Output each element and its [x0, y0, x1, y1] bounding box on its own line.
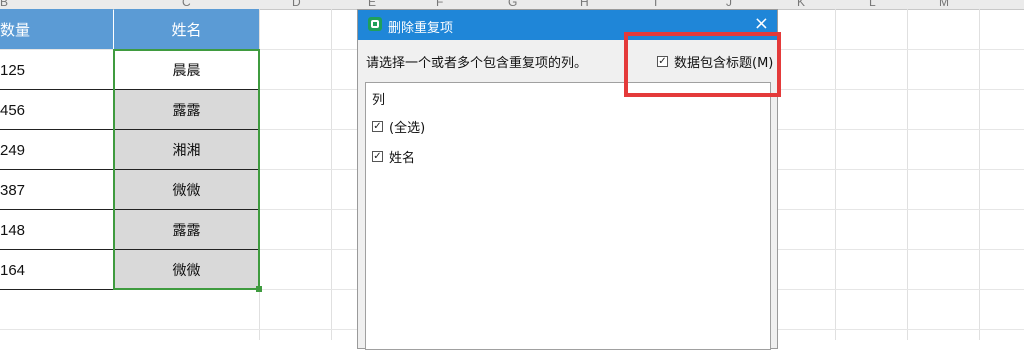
list-item-label: (全选) — [389, 121, 426, 136]
column-letter[interactable]: J — [726, 0, 732, 9]
row-border — [0, 129, 114, 130]
column-list[interactable]: 列 ✓ (全选) ✓ 姓名 — [365, 82, 771, 350]
checkbox-icon[interactable]: ✓ — [372, 121, 383, 132]
qty-cell[interactable]: 125 — [0, 50, 113, 90]
fill-handle[interactable] — [256, 286, 262, 292]
column-letter[interactable]: F — [436, 0, 443, 9]
wps-sheet-icon — [368, 17, 382, 31]
column-letter[interactable]: I — [654, 0, 657, 9]
column-list-header: 列 — [372, 93, 386, 108]
column-letter[interactable]: G — [508, 0, 517, 9]
dialog-prompt: 请选择一个或者多个包含重复项的列。 — [366, 56, 588, 71]
header-qty-label: 数量 — [0, 20, 31, 39]
header-cell-qty[interactable]: 数量 — [0, 9, 113, 49]
dialog-title: 删除重复项 — [388, 21, 454, 36]
qty-cell[interactable]: 387 — [0, 170, 113, 210]
column-letter[interactable]: C — [182, 0, 191, 9]
grid-line — [835, 9, 836, 340]
selection-outline — [113, 49, 260, 290]
column-letter[interactable]: L — [869, 0, 876, 9]
row-border — [0, 289, 114, 290]
row-border — [0, 89, 114, 90]
column-letter[interactable]: H — [580, 0, 589, 9]
qty-cell[interactable]: 456 — [0, 90, 113, 130]
grid-line — [331, 9, 332, 340]
grid-line — [907, 9, 908, 340]
list-item-select-all[interactable]: ✓ (全选) — [372, 117, 425, 136]
column-letter[interactable]: B — [0, 0, 8, 9]
header-name-label: 姓名 — [171, 20, 202, 39]
row-border — [0, 209, 114, 210]
list-item-label: 姓名 — [389, 151, 416, 166]
column-letter[interactable]: D — [292, 0, 301, 9]
row-border — [0, 169, 114, 170]
column-letter[interactable]: M — [939, 0, 949, 9]
header-cell-name[interactable]: 姓名 — [114, 9, 259, 49]
checkbox-icon[interactable]: ✓ — [372, 151, 383, 162]
qty-cell[interactable]: 249 — [0, 130, 113, 170]
qty-cell[interactable]: 164 — [0, 250, 113, 290]
grid-line — [979, 9, 980, 340]
qty-cell[interactable]: 148 — [0, 210, 113, 250]
close-icon[interactable]: × — [754, 13, 769, 34]
column-letter[interactable]: E — [368, 0, 376, 9]
column-letter[interactable]: K — [797, 0, 805, 9]
row-border — [0, 249, 114, 250]
highlight-box — [624, 32, 781, 97]
list-item-name[interactable]: ✓ 姓名 — [372, 147, 415, 166]
